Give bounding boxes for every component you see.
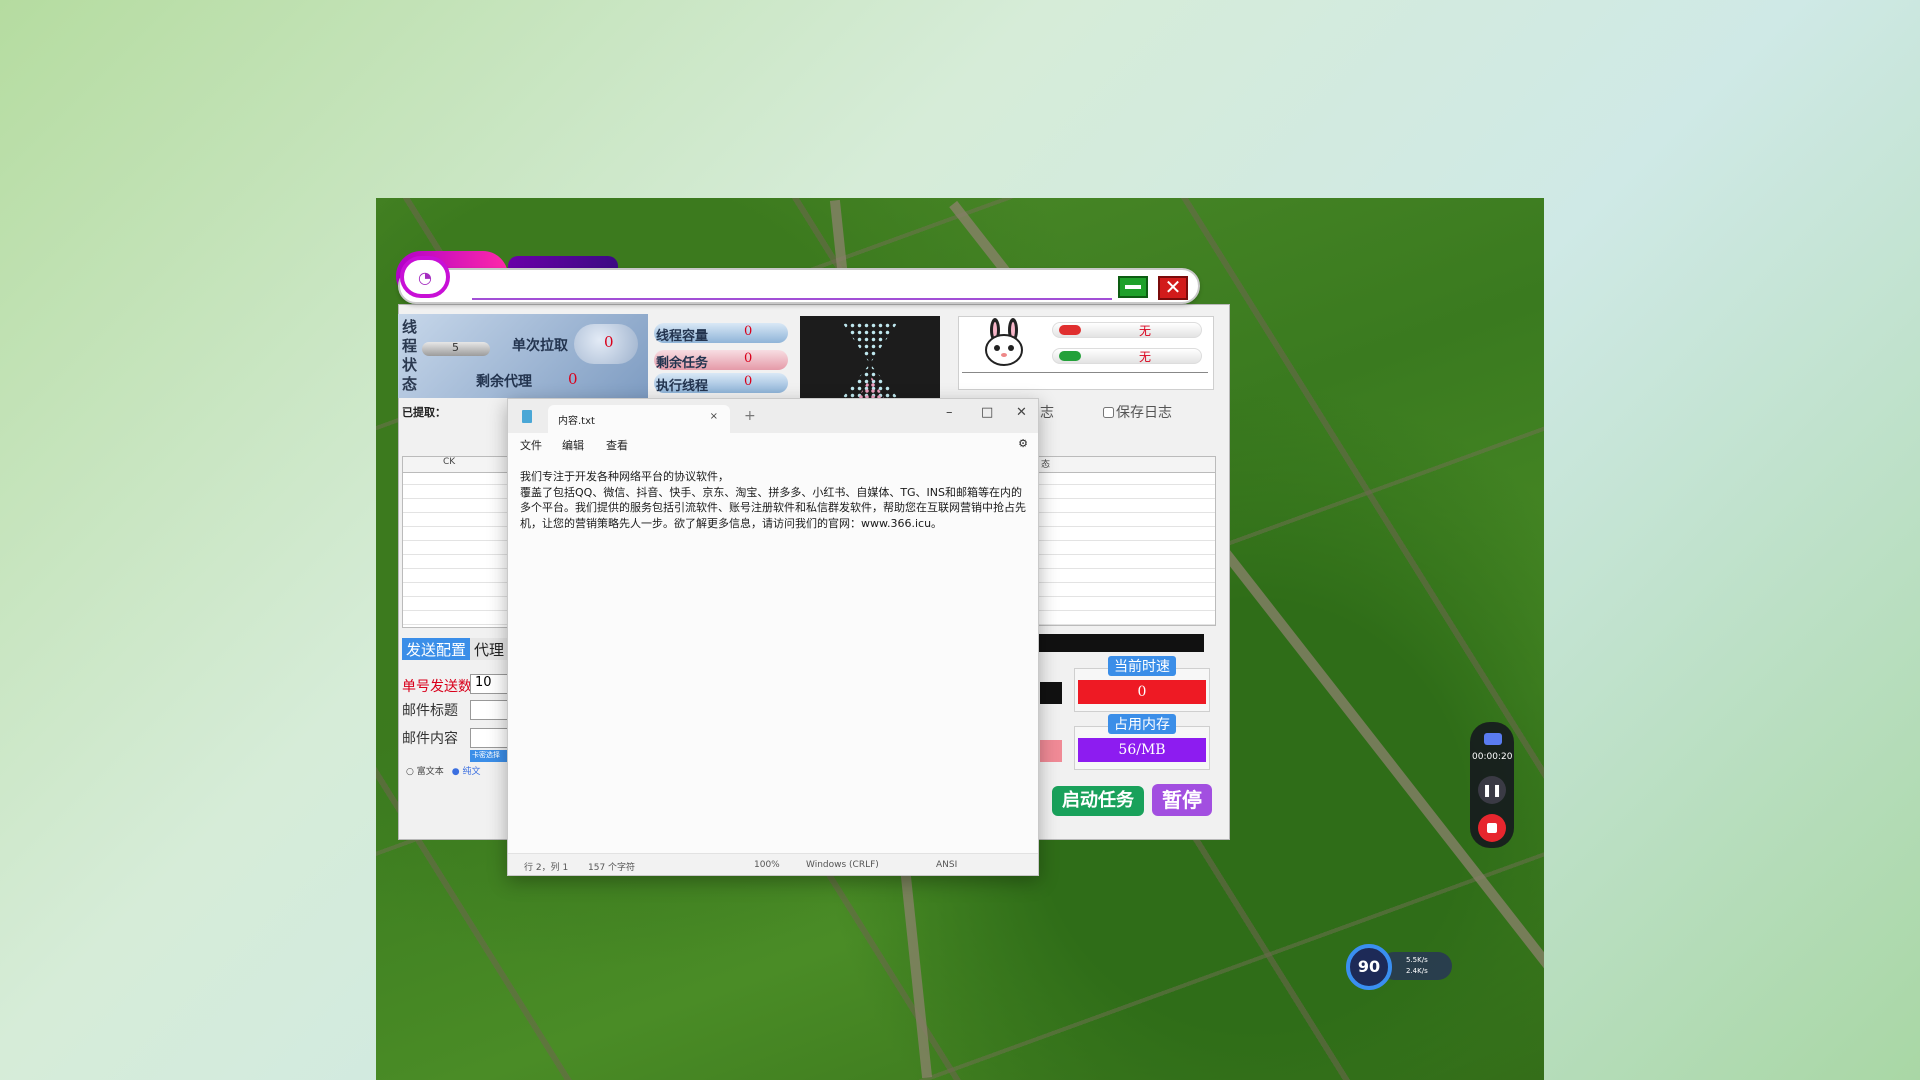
start-task-button[interactable]: 启动任务: [1052, 786, 1144, 816]
save-log-checkbox[interactable]: 保存日志: [1103, 402, 1172, 422]
radio-rich-text-label: 富文本: [416, 767, 444, 777]
radio-plain-text[interactable]: ● 纯文: [452, 764, 481, 777]
info-row-1: 无: [1052, 322, 1202, 338]
recording-stop-button[interactable]: [1478, 814, 1506, 842]
close-button[interactable]: ✕: [1158, 276, 1188, 300]
status-encoding[interactable]: ANSI: [936, 860, 957, 870]
minimize-button[interactable]: [1118, 276, 1148, 298]
indicator-square: [1040, 682, 1062, 704]
radio-rich-text[interactable]: ○ 富文本: [406, 764, 444, 777]
title-underline: [472, 298, 1112, 300]
remaining-proxy-value: 0: [568, 370, 578, 388]
download-rate: 2.4K/s: [1406, 967, 1428, 975]
account-table[interactable]: CK: [402, 456, 514, 628]
thread-slider-value: 5: [452, 341, 459, 354]
table-header: CK: [403, 457, 513, 473]
menu-view[interactable]: 查看: [606, 437, 628, 453]
per-send-label: 单次拉取: [512, 338, 568, 354]
progress-bar: [1038, 634, 1204, 652]
content-label: 邮件内容: [402, 731, 458, 747]
notepad-text-area[interactable]: 我们专注于开发各种网络平台的协议软件， 覆盖了包括QQ、微信、抖音、快手、京东、…: [520, 469, 1032, 531]
save-log-checkbox-input[interactable]: [1103, 406, 1114, 418]
memory-value: 56/MB: [1078, 738, 1206, 762]
minimize-icon: [1125, 285, 1141, 289]
close-icon: ✕: [1164, 275, 1182, 299]
status-cursor-position: 行 2，列 1: [524, 863, 569, 873]
lines-capacity-label: 线程容量: [656, 329, 709, 344]
notepad-statusbar: 行 2，列 1 157 个字符 100% Windows (CRLF) ANSI: [508, 853, 1038, 875]
radio-plain-text-label: 纯文: [462, 767, 481, 777]
table-header: 态: [1039, 457, 1215, 473]
status-line-ending[interactable]: Windows (CRLF): [806, 860, 879, 870]
app-logo-icon: ◔: [400, 256, 450, 298]
extracted-label: 已提取：: [402, 406, 446, 419]
tab-proxy[interactable]: 代理: [470, 638, 510, 660]
send-count-input[interactable]: 10: [470, 674, 510, 694]
exec-threads-value: 0: [744, 374, 753, 389]
stop-icon: [1487, 823, 1497, 833]
info-row-2-text: 无: [1139, 350, 1152, 364]
send-count-label: 单号发送数: [402, 679, 472, 695]
notepad-icon: [522, 410, 532, 423]
info-row-2: 无: [1052, 348, 1202, 364]
log-label-fragment: 志: [1040, 405, 1054, 421]
remaining-proxy-label: 剩余代理: [476, 374, 532, 390]
pause-icon: ❚❚: [1481, 783, 1503, 797]
current-speed-value: 0: [1078, 680, 1206, 704]
window-maximize-icon[interactable]: □: [981, 405, 993, 420]
cloud-status-icon: [1059, 325, 1081, 335]
subject-input[interactable]: [470, 700, 510, 720]
window-close-icon[interactable]: ✕: [1016, 405, 1027, 420]
pending-tasks-value: 0: [744, 351, 753, 366]
status-zoom[interactable]: 100%: [754, 860, 780, 870]
link-status-icon: [1059, 351, 1081, 361]
lines-capacity-value: 0: [744, 324, 753, 339]
content-type-radios: ○ 富文本 ● 纯文: [406, 764, 480, 777]
content-input[interactable]: [470, 728, 510, 748]
info-divider: [962, 372, 1208, 373]
tab-content-txt[interactable]: 内容.txt ×: [548, 405, 730, 433]
tab-send-config[interactable]: 发送配置: [402, 638, 471, 660]
recording-time: 00:00:20: [1472, 752, 1513, 762]
current-speed-title: 当前时速: [1108, 656, 1176, 676]
pending-tasks-label: 剩余任务: [656, 356, 709, 371]
info-row-1-text: 无: [1139, 324, 1152, 338]
notepad-menubar: 文件 编辑 查看 ⚙: [508, 433, 1038, 457]
status-char-count: 157 个字符: [588, 863, 636, 873]
new-tab-icon[interactable]: +: [744, 408, 756, 424]
exec-threads-label: 执行线程: [656, 379, 709, 394]
camera-icon[interactable]: [1484, 733, 1502, 745]
menu-file[interactable]: 文件: [520, 437, 542, 453]
settings-gear-icon[interactable]: ⚙: [1018, 437, 1028, 450]
speed-gauge[interactable]: 90: [1346, 944, 1392, 990]
rabbit-avatar-icon: [985, 318, 1023, 366]
tab-close-icon[interactable]: ×: [710, 411, 718, 422]
per-send-value: 0: [604, 333, 614, 351]
status-table[interactable]: 态: [1038, 456, 1216, 626]
save-log-label: 保存日志: [1116, 405, 1172, 421]
card-select-button[interactable]: 卡密选择: [470, 750, 510, 762]
status-vertical-label: 线 程 状 态: [402, 318, 418, 393]
notepad-window: 内容.txt × + – □ ✕ 文件 编辑 查看 ⚙ 我们专注于开发各种网络平…: [507, 398, 1039, 876]
indicator-square: [1040, 740, 1062, 762]
pause-button[interactable]: 暂停: [1152, 784, 1212, 816]
recording-pause-button[interactable]: ❚❚: [1478, 776, 1506, 804]
subject-label: 邮件标题: [402, 703, 458, 719]
window-minimize-icon[interactable]: –: [946, 405, 953, 420]
upload-rate: 5.5K/s: [1406, 956, 1428, 964]
menu-edit[interactable]: 编辑: [562, 437, 584, 453]
notepad-titlebar: 内容.txt × + – □ ✕: [508, 399, 1038, 433]
tab-title: 内容.txt: [558, 416, 595, 427]
memory-title: 占用内存: [1108, 714, 1176, 734]
